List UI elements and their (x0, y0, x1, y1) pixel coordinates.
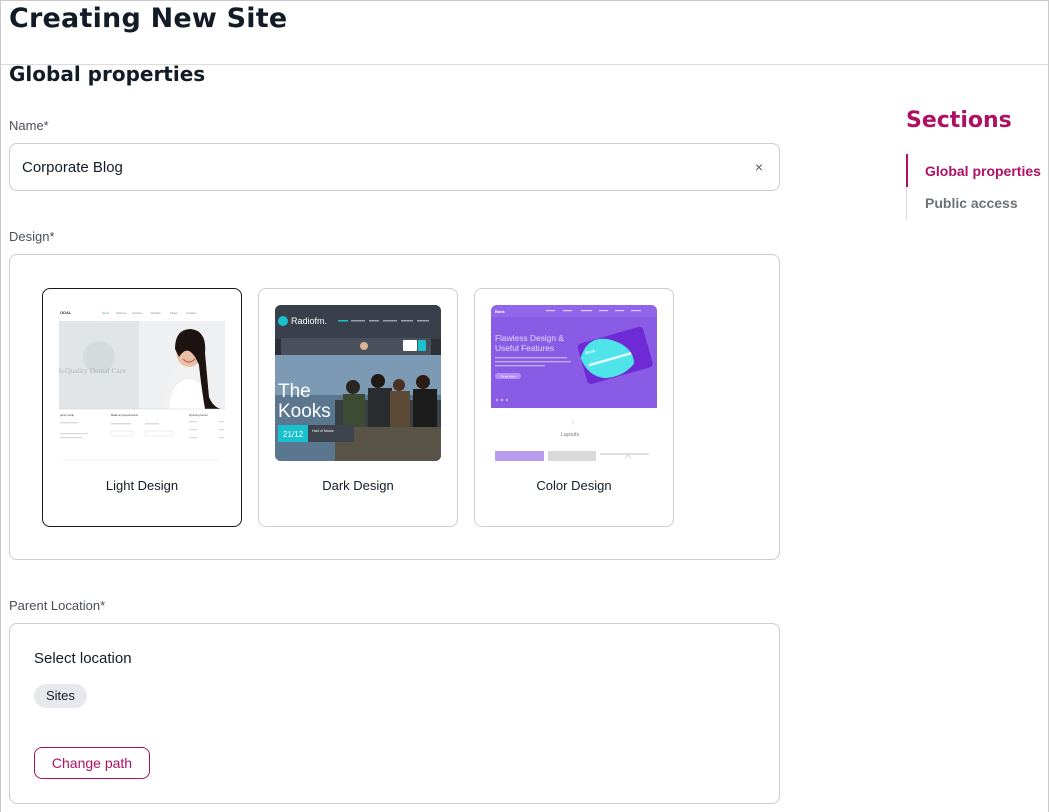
sections-active-indicator (906, 154, 908, 187)
name-field[interactable]: × (9, 143, 780, 191)
design-card-light[interactable]: ODAL Home About us Services Portfolio Pa… (42, 288, 242, 527)
section-link-global-properties[interactable]: Global properties (925, 163, 1041, 179)
dark-thumb-logo: Radiofm. (291, 316, 327, 326)
light-thumb-nav-5: Contacts (186, 311, 197, 315)
dark-thumb-date: 21/12 (283, 430, 304, 439)
name-input[interactable] (22, 156, 722, 178)
light-design-thumbnail: ODAL Home About us Services Portfolio Pa… (59, 305, 225, 461)
dark-design-thumbnail: Radiofm. The Kooks 21/12 Hall of Music (275, 305, 441, 461)
light-thumb-nav-3: Portfolio (151, 311, 161, 315)
light-thumb-nav-1: About us (116, 311, 127, 315)
section-link-public-access[interactable]: Public access (925, 195, 1018, 211)
close-icon[interactable]: × (751, 158, 767, 176)
design-card-label: Light Design (105, 478, 179, 493)
color-design-preview-image: Bank Flawless Design & Useful Features R… (491, 305, 657, 461)
light-thumb-col-0: gency Help (60, 413, 74, 417)
dark-thumb-headline-2: Kooks (278, 401, 331, 422)
design-card-label: Color Design (536, 478, 612, 493)
light-design-preview-image: ODAL Home About us Services Portfolio Pa… (59, 305, 225, 461)
color-thumb-layouts: Layouts (561, 432, 580, 438)
design-label: Design* (9, 229, 55, 244)
parent-location-box: Select location Sites Change path (9, 623, 780, 804)
sections-nav: Global properties Public access (906, 154, 1048, 219)
section-title-global-properties: Global properties (9, 62, 206, 86)
color-thumb-headline-1: Flawless Design & (495, 333, 564, 343)
light-thumb-headline: h-Quality Dental Care (59, 366, 126, 375)
design-card-dark[interactable]: Radiofm. The Kooks 21/12 Hall of Music D… (258, 288, 458, 527)
page-title: Creating New Site (9, 3, 288, 34)
design-picker: ODAL Home About us Services Portfolio Pa… (9, 254, 780, 560)
light-thumb-nav-2: Services (132, 311, 143, 315)
color-design-thumbnail: Bank Flawless Design & Useful Features R… (491, 305, 657, 461)
color-thumb-button: Read More (501, 375, 516, 379)
light-thumb-logo: ODAL (60, 310, 72, 315)
design-card-color[interactable]: Bank Flawless Design & Useful Features R… (474, 288, 674, 527)
parent-location-label: Parent Location* (9, 598, 106, 613)
dark-design-preview-image: Radiofm. The Kooks 21/12 Hall of Music (275, 305, 441, 461)
light-thumb-col-1: Make an Appointment (111, 413, 138, 417)
sections-title: Sections (906, 108, 1012, 133)
change-path-button[interactable]: Change path (34, 747, 150, 779)
dark-thumb-venue: Hall of Music (312, 429, 334, 433)
light-thumb-col-2: Opening Hours (189, 413, 208, 417)
color-thumb-headline-2: Useful Features (495, 343, 554, 353)
light-thumb-nav-4: Pages (170, 311, 178, 315)
color-thumb-logo: Bank (495, 309, 506, 314)
light-thumb-nav-0: Home (102, 311, 109, 315)
select-location-text: Select location (34, 650, 132, 667)
location-chip: Sites (34, 684, 87, 708)
design-card-label: Dark Design (322, 478, 394, 493)
page-header: Creating New Site (1, 1, 1048, 65)
app-frame: Creating New Site Global properties Name… (0, 0, 1049, 812)
dark-thumb-headline-1: The (278, 381, 311, 402)
name-label: Name* (9, 118, 49, 133)
